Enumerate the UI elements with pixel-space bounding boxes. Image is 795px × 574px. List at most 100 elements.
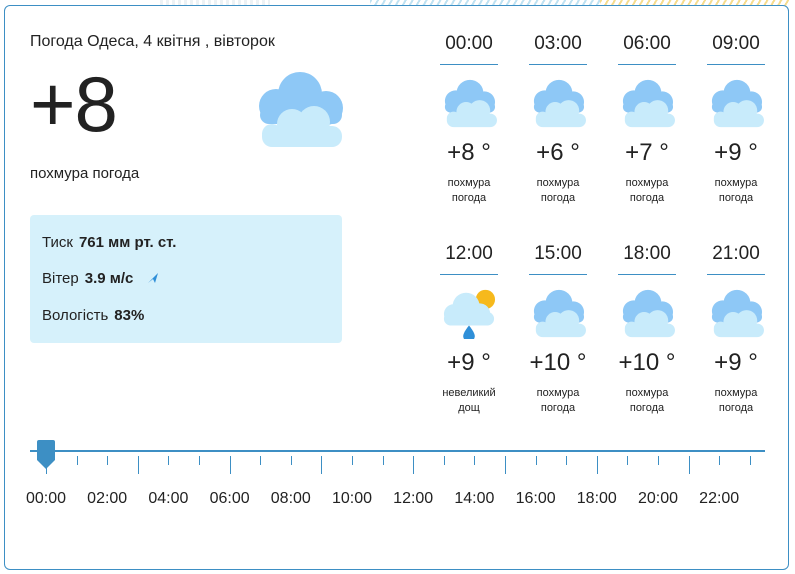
time-slider[interactable]: 00:00 02:00 04:00 06:00 08:00 10:00 12:00 14:00… <box>26 440 765 520</box>
cloudy-icon <box>259 72 343 147</box>
slider-tick <box>443 456 445 465</box>
wind-row: Вітер 3.9 м/с <box>42 270 160 287</box>
sun-rain-cloud-icon <box>443 289 496 339</box>
slider-handle[interactable] <box>36 440 56 470</box>
hour-forecast: 06:00 +7 ° похмура погода <box>618 33 676 206</box>
slider-tick <box>229 456 231 474</box>
slider-label: 10:00 <box>331 490 373 507</box>
wind-value: 3.9 м/с <box>84 270 134 287</box>
hour-condition: невеликий дощ <box>442 387 496 414</box>
slider-tick <box>474 456 476 465</box>
slider-label: 00:00 <box>25 490 67 507</box>
hour-forecast: 12:00 +9 ° невеликий дощ <box>440 243 498 416</box>
slider-tick <box>260 456 262 465</box>
slider-label: 16:00 <box>515 490 556 507</box>
slider-label: 18:00 <box>576 490 617 507</box>
divider <box>440 64 498 65</box>
hour-time: 03:00 <box>534 33 582 54</box>
divider <box>707 64 765 65</box>
divider <box>529 274 587 275</box>
pressure-row: Тиск 761 мм рт. ст. <box>42 234 176 251</box>
wind-label: Вітер <box>42 270 79 287</box>
hour-temperature: +9 ° <box>714 139 758 166</box>
hour-temperature: +7 ° <box>625 139 669 166</box>
hour-condition: похмура погода <box>625 387 669 414</box>
hour-temperature: +10 ° <box>618 349 676 376</box>
hour-forecast: 00:00 +8 ° похмура погода <box>440 33 498 206</box>
hour-temperature: +9 ° <box>714 349 758 376</box>
slider-tick <box>199 456 200 465</box>
hour-time: 15:00 <box>534 243 582 264</box>
hour-temperature: +9 ° <box>447 349 491 376</box>
cloudy-icon <box>533 289 586 338</box>
cloudy-icon <box>711 79 764 128</box>
slider-label: 12:00 <box>393 490 434 507</box>
slider-tick <box>627 456 629 465</box>
slider-tick <box>535 456 537 465</box>
divider <box>440 274 498 275</box>
hour-forecast: 18:00 +10 ° похмура погода <box>618 243 676 416</box>
humidity-row: Вологість 83% <box>42 307 144 324</box>
hour-condition: похмура погода <box>536 387 580 414</box>
hour-forecast: 09:00 +9 ° похмура погода <box>707 33 765 206</box>
slider-tick <box>505 456 506 474</box>
slider-tick <box>76 456 78 465</box>
slider-tick <box>321 456 323 474</box>
slider-label: 06:00 <box>209 490 250 507</box>
current-temperature: +8 <box>30 60 118 148</box>
slider-tick <box>749 456 751 465</box>
hour-forecast: 15:00 +10 ° похмура погода <box>529 243 587 416</box>
cloudy-icon <box>444 79 497 128</box>
hour-temperature: +6 ° <box>536 139 580 166</box>
hour-forecast: 03:00 +6 ° похмура погода <box>529 33 587 206</box>
cloudy-icon <box>622 289 675 338</box>
hour-condition: похмура погода <box>447 177 491 204</box>
wind-direction-icon <box>147 273 158 283</box>
slider-tick <box>352 456 353 465</box>
slider-tick <box>658 456 659 465</box>
divider <box>618 64 676 65</box>
divider <box>618 274 676 275</box>
current-condition: похмура погода <box>30 165 140 182</box>
pressure-value: 761 мм рт. ст. <box>78 234 177 251</box>
hour-time: 00:00 <box>445 33 493 54</box>
slider-tick <box>137 456 139 474</box>
slider-tick <box>566 456 568 465</box>
slider-tick <box>382 456 384 465</box>
slider-tick <box>290 456 292 465</box>
hour-time: 21:00 <box>712 243 760 264</box>
page-title: Погода Одеса, 4 квітня , вівторок <box>30 33 275 50</box>
slider-label: 04:00 <box>148 490 189 507</box>
humidity-value: 83% <box>114 307 145 324</box>
slider-label: 20:00 <box>637 490 679 507</box>
humidity-label: Вологість <box>42 307 109 324</box>
cloudy-icon <box>711 289 764 338</box>
hour-temperature: +8 ° <box>447 139 491 166</box>
cloudy-icon <box>533 79 586 128</box>
hour-time: 09:00 <box>712 33 760 54</box>
slider-label: 14:00 <box>454 490 495 507</box>
hour-condition: похмура погода <box>625 177 669 204</box>
pressure-label: Тиск <box>42 234 73 251</box>
slider-tick <box>107 456 109 465</box>
hour-temperature: +10 ° <box>529 349 587 376</box>
hour-time: 06:00 <box>623 33 671 54</box>
hour-time: 18:00 <box>623 243 671 264</box>
divider <box>707 274 765 275</box>
slider-label: 08:00 <box>270 490 311 507</box>
divider <box>529 64 587 65</box>
details-panel: Тиск 761 мм рт. ст. Вітер 3.9 м/с Вологіст… <box>30 215 342 343</box>
slider-label: 22:00 <box>699 490 740 507</box>
slider-tick <box>688 456 690 474</box>
slider-tick <box>719 456 721 465</box>
cloudy-icon <box>622 79 675 128</box>
hour-time: 12:00 <box>445 243 493 264</box>
hour-forecast: 21:00 +9 ° похмура погода <box>707 243 765 416</box>
slider-tick <box>413 456 415 474</box>
slider-tick <box>168 456 170 465</box>
slider-track[interactable] <box>30 450 765 452</box>
hour-condition: похмура погода <box>536 177 580 204</box>
hour-condition: похмура погода <box>714 387 758 414</box>
hour-condition: похмура погода <box>714 177 758 204</box>
slider-tick <box>596 456 598 474</box>
